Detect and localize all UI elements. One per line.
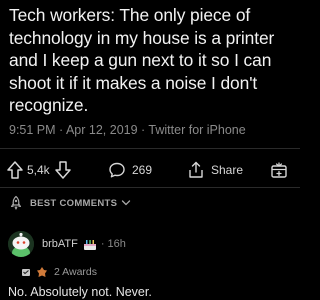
bronze-award-icon — [36, 266, 48, 278]
tweet-text: Tech workers: The only piece of technolo… — [9, 4, 295, 117]
tweet-line: Tech workers: The only piece of — [9, 5, 251, 25]
cake-day-icon — [82, 237, 98, 251]
divider — [0, 148, 300, 149]
tweet-timestamp: 9:51 PM · Apr 12, 2019 · Twitter for iPh… — [9, 123, 246, 137]
avatar[interactable] — [8, 231, 34, 257]
upvote-arrow-icon[interactable] — [6, 160, 24, 180]
rocket-icon — [8, 195, 24, 211]
comment-body: No. Absolutely not. Never. — [8, 285, 152, 299]
share-label: Share — [211, 163, 244, 177]
tweet-line: and I keep a gun next to it so I can — [9, 50, 272, 71]
comment-bubble-icon — [108, 161, 126, 179]
username[interactable]: brbATF — [42, 238, 78, 250]
chevron-down-icon — [121, 199, 131, 207]
share-icon — [187, 160, 205, 180]
sort-label: BEST COMMENTS — [30, 197, 118, 209]
share-button[interactable]: Share — [187, 159, 243, 181]
award-add-icon[interactable] — [270, 161, 288, 179]
comment-timestamp: 16h — [107, 238, 126, 250]
vote-count: 5,4k — [27, 163, 50, 177]
sort-selector[interactable]: BEST COMMENTS — [8, 193, 131, 213]
awards-count: 2 Awards — [54, 266, 97, 278]
comments-button[interactable]: 269 — [108, 159, 152, 181]
tweet-line: shoot it if it makes a noise I don't — [9, 72, 258, 93]
awards-row[interactable]: 2 Awards — [20, 264, 97, 280]
snoo-avatar-icon — [8, 231, 34, 257]
vote-group: 5,4k — [6, 159, 72, 181]
divider — [0, 187, 300, 188]
downvote-arrow-icon[interactable] — [54, 160, 72, 180]
tweet-line: recognize. — [9, 95, 89, 116]
comments-count: 269 — [132, 163, 153, 177]
tweet-line: technology in my house is a printer — [9, 27, 275, 48]
post-action-bar: 5,4k 269 Share — [0, 150, 300, 190]
comment-header: brbATF · 16h — [8, 230, 126, 258]
meta-separator: · — [100, 238, 105, 250]
silver-award-icon — [20, 266, 32, 278]
